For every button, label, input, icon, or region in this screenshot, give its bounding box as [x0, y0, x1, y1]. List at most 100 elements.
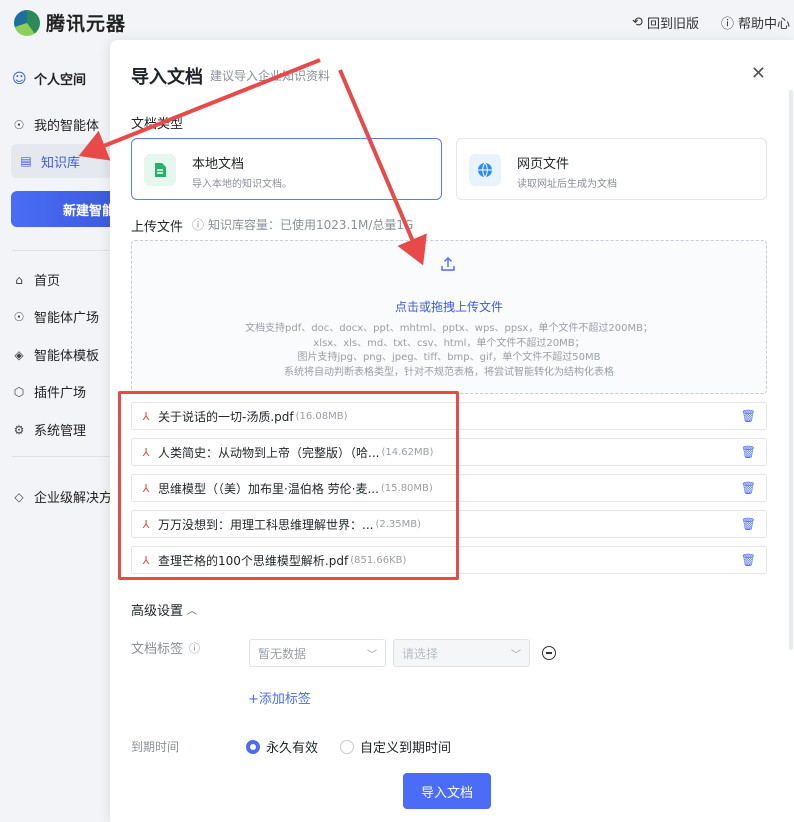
dropzone-line: 图片支持jpg、png、jpeg、tiff、bmp、gif，单个文件不超过50M…	[297, 352, 601, 363]
expire-label: 到期时间	[131, 740, 180, 754]
remove-tag-icon[interactable]	[542, 646, 556, 660]
doc-type-desc: 读取网址后生成为文档	[517, 179, 617, 190]
chevron-up-icon: ︿	[187, 606, 198, 617]
upload-dropzone[interactable]: 点击或拖拽上传文件 文档支持pdf、doc、docx、ppt、mhtml、ppt…	[131, 240, 767, 394]
file-text-icon	[144, 154, 176, 186]
radio-unchecked-icon	[340, 739, 354, 754]
dropzone-line: 文档支持pdf、doc、docx、ppt、mhtml、pptx、wps、ppsx…	[245, 323, 653, 334]
file-row: ⅄ 万万没想到：用理工科思维理解世界：... (2.35MB) 🗑	[131, 510, 767, 538]
sidebar-item-label: 插件广场	[34, 386, 87, 401]
tag-label-text: 文档标签	[131, 642, 184, 657]
pdf-icon: ⅄	[142, 553, 150, 567]
dialog-scrollbar[interactable]	[789, 90, 793, 650]
sidebar-item-label: 首页	[34, 274, 61, 289]
file-size: (851.66KB)	[350, 554, 407, 566]
select-placeholder: 暂无数据	[258, 646, 307, 661]
file-row: ⅄ 查理芒格的100个思维模型解析.pdf (851.66KB) 🗑	[131, 546, 767, 574]
sidebar-item-agent-square[interactable]: ☉ 智能体广场	[12, 307, 99, 327]
question-circle-icon: ⓘ	[192, 218, 205, 232]
sidebar: ☺ 个人空间 ☉ 我的智能体 ▤ 知识库 新建智能 ⌂ 首页 ☉ 智能体广场 ◈…	[0, 44, 121, 822]
file-name: 人类简史：从动物到上帝（完整版）（哈...	[158, 445, 380, 460]
logo-mark-icon	[14, 9, 40, 36]
top-bar: 腾讯元器 ⟲ 回到旧版 ⓘ 帮助中心	[0, 0, 794, 44]
sidebar-item-label: 知识库	[41, 155, 81, 171]
sidebar-item-label: 企业级解决方	[34, 491, 113, 506]
import-document-dialog: 导入文档 建议导入企业知识资料 ✕ 文档类型 本地文档 导入本地的知识文档。 网…	[110, 40, 794, 822]
sidebar-item-label: 我的智能体	[34, 119, 100, 134]
home-icon: ⌂	[15, 272, 23, 287]
doc-type-label: 文档类型	[131, 117, 184, 132]
gear-icon: ⚙	[13, 422, 25, 437]
chevron-down-icon: ﹀	[511, 650, 521, 661]
new-agent-button[interactable]: 新建智能	[11, 191, 121, 227]
doc-type-title: 网页文件	[517, 157, 570, 172]
dialog-subtitle: 建议导入企业知识资料	[210, 69, 331, 83]
file-row: ⅄ 思维模型（（美）加布里·温伯格 劳伦·麦... (15.80MB) 🗑	[131, 474, 767, 502]
sidebar-item-system-management[interactable]: ⚙ 系统管理	[12, 420, 87, 440]
back-to-old-version-link[interactable]: ⟲ 回到旧版	[632, 13, 699, 32]
robot-icon: ☉	[13, 309, 25, 324]
close-icon[interactable]: ✕	[751, 63, 766, 84]
pdf-icon: ⅄	[142, 445, 150, 459]
expire-permanent-radio[interactable]: 永久有效	[246, 737, 318, 756]
app-logo[interactable]: 腾讯元器	[14, 9, 126, 36]
file-size: (16.08MB)	[295, 410, 348, 422]
sidebar-item-label: 系统管理	[34, 424, 87, 439]
doc-type-desc: 导入本地的知识文档。	[192, 179, 292, 190]
app-name: 腾讯元器	[46, 13, 127, 35]
advanced-settings-toggle[interactable]: 高级设置 ︿	[131, 600, 197, 619]
plugin-icon: ⬡	[13, 384, 25, 399]
dropzone-title: 点击或拖拽上传文件	[394, 300, 503, 314]
sidebar-divider	[12, 250, 112, 251]
globe-icon	[469, 154, 501, 186]
dialog-title: 导入文档	[131, 67, 203, 88]
trash-icon[interactable]: 🗑	[741, 409, 756, 423]
add-tag-link[interactable]: +添加标签	[248, 688, 311, 707]
tag-name-select[interactable]: 暂无数据 ﹀	[249, 639, 386, 667]
file-name: 查理芒格的100个思维模型解析.pdf	[158, 553, 349, 568]
expire-custom-radio[interactable]: 自定义到期时间	[340, 737, 451, 756]
trash-icon[interactable]: 🗑	[741, 553, 756, 567]
file-name: 思维模型（（美）加布里·温伯格 劳伦·麦...	[158, 481, 379, 496]
chevron-down-icon: ﹀	[367, 650, 377, 661]
template-icon: ◈	[14, 347, 24, 362]
sidebar-item-home[interactable]: ⌂ 首页	[12, 270, 61, 290]
dropzone-line: 系统将自动判断表格类型，针对不规范表格，将尝试智能转化为结构化表格	[284, 366, 614, 378]
file-row: ⅄ 人类简史：从动物到上帝（完整版）（哈... (14.62MB) 🗑	[131, 438, 767, 466]
import-document-button[interactable]: 导入文档	[403, 773, 491, 809]
capacity-hint: ⓘ 知识库容量：已使用1023.1M/总量1G	[192, 216, 413, 233]
upload-icon	[440, 256, 456, 276]
file-size: (14.62MB)	[381, 446, 434, 458]
doc-type-title: 本地文档	[192, 157, 245, 172]
doc-type-web[interactable]: 网页文件 读取网址后生成为文档	[456, 138, 767, 200]
tag-label: 文档标签 ⓘ	[131, 638, 201, 658]
sidebar-divider	[12, 456, 112, 457]
advanced-label: 高级设置	[131, 604, 184, 619]
sidebar-item-enterprise[interactable]: ◇ 企业级解决方	[12, 487, 113, 507]
help-center-link[interactable]: ⓘ 帮助中心	[721, 13, 790, 32]
user-add-icon: ☺	[12, 70, 27, 87]
pdf-icon: ⅄	[142, 517, 150, 531]
capacity-text: 知识库容量：已使用1023.1M/总量1G	[208, 218, 414, 232]
doc-type-local[interactable]: 本地文档 导入本地的知识文档。	[131, 138, 442, 200]
file-size: (2.35MB)	[375, 518, 422, 530]
trash-icon[interactable]: 🗑	[741, 517, 756, 531]
robot-icon: ☉	[13, 117, 25, 132]
file-row: ⅄ 关于说话的一切-汤质.pdf (16.08MB) 🗑	[131, 402, 767, 430]
pdf-icon: ⅄	[142, 481, 150, 495]
sidebar-item-agent-template[interactable]: ◈ 智能体模板	[12, 345, 99, 365]
pdf-icon: ⅄	[142, 409, 150, 423]
radio-label: 自定义到期时间	[360, 741, 452, 756]
trash-icon[interactable]: 🗑	[741, 481, 756, 495]
radio-checked-icon	[246, 739, 260, 754]
trash-icon[interactable]: 🗑	[741, 445, 756, 459]
sidebar-personal-space[interactable]: ☺ 个人空间	[12, 69, 87, 89]
personal-space-label: 个人空间	[34, 73, 87, 88]
sidebar-item-plugin-square[interactable]: ⬡ 插件广场	[12, 382, 87, 402]
question-circle-icon: ⓘ	[189, 641, 201, 655]
undo-icon: ⟲	[632, 15, 643, 30]
back-label: 回到旧版	[646, 17, 699, 32]
sidebar-item-knowledge-base[interactable]: ▤ 知识库	[11, 144, 121, 178]
sidebar-item-my-agents[interactable]: ☉ 我的智能体	[12, 115, 100, 135]
tag-value-select[interactable]: 请选择 ﹀	[393, 639, 530, 667]
